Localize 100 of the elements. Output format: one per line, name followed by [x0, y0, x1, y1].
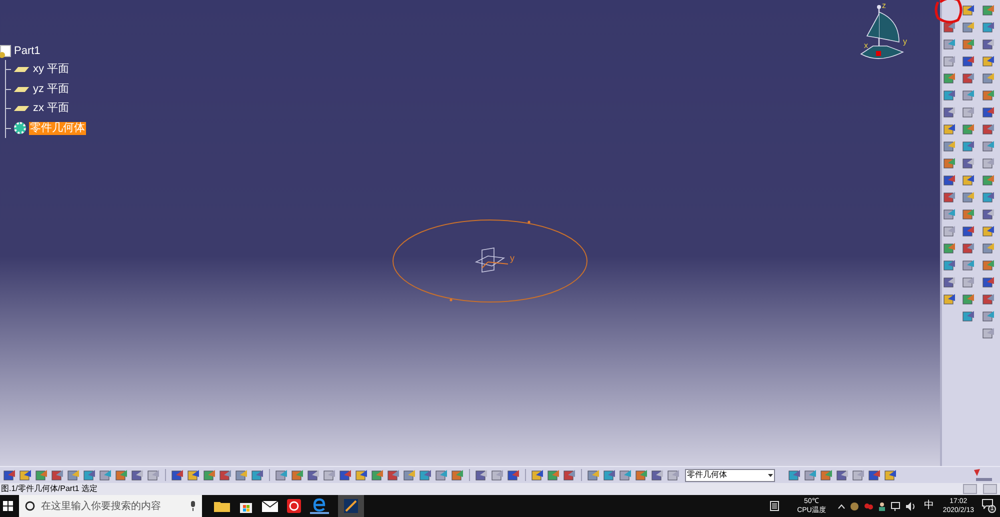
tool-icon[interactable] — [943, 225, 956, 238]
tool-icon[interactable] — [804, 468, 817, 482]
tool-icon[interactable] — [203, 468, 216, 482]
tool-icon[interactable] — [19, 468, 32, 482]
tool-icon[interactable] — [943, 259, 956, 272]
part-icon[interactable] — [0, 45, 11, 57]
tool-icon[interactable] — [943, 208, 956, 221]
tool-icon[interactable] — [943, 140, 956, 153]
tool-icon[interactable] — [943, 242, 956, 255]
tool-icon[interactable] — [962, 293, 976, 306]
tool-icon[interactable] — [943, 123, 956, 136]
tool-icon[interactable] — [982, 310, 995, 323]
tool-icon[interactable] — [547, 468, 560, 482]
tree-node[interactable]: xy 平面 — [32, 63, 70, 76]
tool-icon[interactable] — [219, 468, 232, 482]
tool-icon[interactable] — [962, 123, 976, 136]
tool-icon[interactable] — [291, 468, 304, 482]
search-field[interactable]: 在这里输入你要搜索的内容 — [41, 498, 184, 514]
tool-icon[interactable] — [635, 468, 648, 482]
tool-icon[interactable] — [171, 468, 184, 482]
windows-start-icon[interactable] — [3, 501, 13, 511]
tool-icon[interactable] — [982, 276, 995, 289]
tool-icon[interactable] — [962, 55, 976, 68]
tool-icon[interactable] — [868, 468, 881, 482]
tool-icon[interactable] — [982, 21, 995, 34]
speaker-icon[interactable] — [906, 502, 916, 510]
tool-icon[interactable] — [323, 468, 336, 482]
tool-icon[interactable] — [131, 468, 144, 482]
tool-icon[interactable] — [419, 468, 432, 482]
tray-app-icon[interactable] — [850, 502, 859, 510]
tree-node[interactable]: yz 平面 — [32, 82, 70, 96]
tool-icon[interactable] — [982, 208, 995, 221]
tool-icon[interactable] — [788, 468, 801, 482]
tool-icon[interactable] — [982, 242, 995, 255]
tool-icon[interactable] — [962, 89, 976, 102]
caret-up-icon[interactable] — [838, 504, 845, 508]
tool-icon[interactable] — [982, 157, 995, 170]
tool-icon[interactable] — [51, 468, 64, 482]
tool-icon[interactable] — [982, 106, 995, 119]
tool-icon[interactable] — [962, 4, 976, 17]
tool-icon[interactable] — [962, 259, 976, 272]
tool-icon[interactable] — [982, 72, 995, 85]
tool-icon[interactable] — [982, 140, 995, 153]
tool-icon[interactable] — [962, 140, 976, 153]
browser-e-icon[interactable] — [310, 498, 329, 514]
tool-icon[interactable] — [962, 225, 976, 238]
tool-icon[interactable] — [836, 468, 849, 482]
tool-icon[interactable] — [943, 157, 956, 170]
tool-icon[interactable] — [275, 468, 288, 482]
tool-icon[interactable] — [962, 191, 976, 204]
tool-icon[interactable] — [982, 38, 995, 51]
tool-icon[interactable] — [339, 468, 352, 482]
microphone-icon[interactable] — [190, 501, 196, 511]
mail-icon[interactable] — [262, 500, 278, 512]
tool-icon[interactable] — [962, 38, 976, 51]
tool-icon[interactable] — [852, 468, 865, 482]
tool-icon[interactable] — [371, 468, 384, 482]
person-icon[interactable] — [878, 502, 886, 510]
tool-icon[interactable] — [943, 174, 956, 187]
tool-icon[interactable] — [35, 468, 48, 482]
tool-icon[interactable] — [982, 293, 995, 306]
tool-icon[interactable] — [962, 21, 976, 34]
tool-icon[interactable] — [251, 468, 264, 482]
tool-icon[interactable] — [820, 468, 833, 482]
tool-icon[interactable] — [943, 72, 956, 85]
tool-icon[interactable] — [187, 468, 200, 482]
tool-icon[interactable] — [962, 276, 976, 289]
body-dropdown[interactable]: 零件几何体 — [685, 468, 775, 482]
folder-icon[interactable] — [214, 500, 230, 512]
tool-icon[interactable] — [531, 468, 544, 482]
tool-icon[interactable] — [667, 468, 680, 482]
tool-icon[interactable] — [387, 468, 400, 482]
calculator-icon[interactable] — [770, 501, 780, 511]
tool-icon[interactable] — [355, 468, 368, 482]
tool-icon[interactable] — [99, 468, 112, 482]
tree-node[interactable]: zx 平面 — [32, 102, 70, 116]
tool-icon[interactable] — [982, 174, 995, 187]
tool-icon[interactable] — [982, 259, 995, 272]
tool-icon[interactable] — [619, 468, 632, 482]
tool-icon[interactable] — [962, 310, 976, 323]
tool-icon[interactable] — [83, 468, 96, 482]
tool-icon[interactable] — [943, 191, 956, 204]
tool-icon[interactable] — [235, 468, 248, 482]
taskbar-search-box[interactable]: 在这里输入你要搜索的内容 — [19, 495, 202, 517]
tool-icon[interactable] — [962, 208, 976, 221]
tool-icon[interactable] — [491, 468, 504, 482]
network-icon[interactable] — [890, 502, 901, 510]
tool-icon[interactable] — [451, 468, 464, 482]
tool-icon[interactable] — [962, 174, 976, 187]
tool-icon[interactable] — [115, 468, 128, 482]
tool-icon[interactable] — [651, 468, 664, 482]
tool-icon[interactable] — [943, 21, 956, 34]
tray-app-icon[interactable] — [864, 502, 873, 510]
tool-icon[interactable] — [563, 468, 576, 482]
tool-icon[interactable] — [982, 89, 995, 102]
tool-icon[interactable] — [475, 468, 488, 482]
tool-icon[interactable] — [943, 55, 956, 68]
tool-icon[interactable] — [403, 468, 416, 482]
tool-icon[interactable] — [982, 123, 995, 136]
tool-icon[interactable] — [982, 327, 995, 340]
